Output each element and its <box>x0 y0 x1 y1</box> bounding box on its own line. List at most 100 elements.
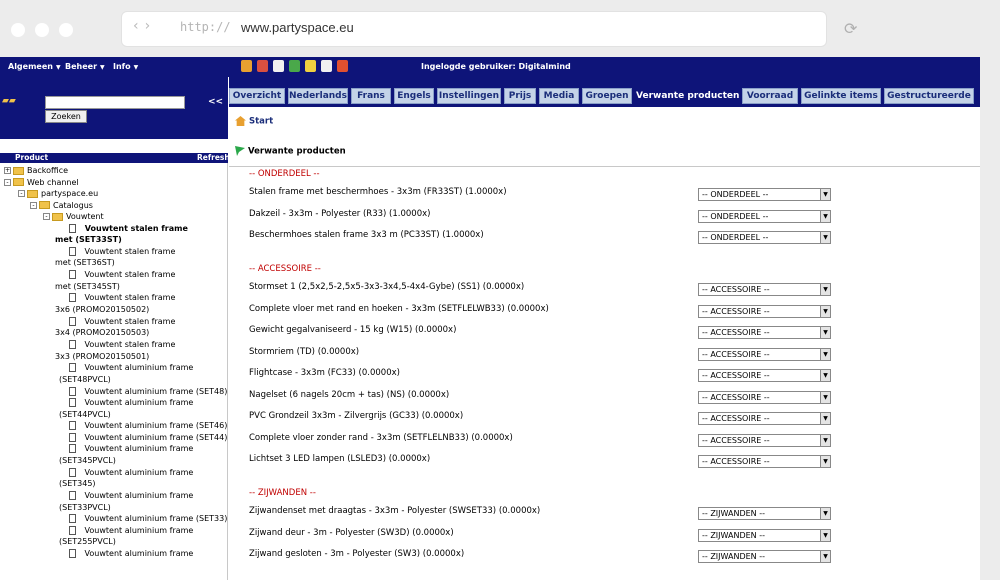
tree-node[interactable]: - partyspace.eu <box>18 189 98 199</box>
tree-node[interactable]: Vouwtent stalen frame <box>69 223 188 234</box>
search-input[interactable] <box>45 96 185 109</box>
relation-type-select[interactable]: -- ACCESSOIRE -- ▼ <box>698 369 831 382</box>
tree-node[interactable]: Vouwtent aluminium frame <box>69 491 193 501</box>
section-title-text: Verwante producten <box>248 146 346 157</box>
tree-node-label-cont[interactable]: met (SET345ST) <box>55 282 120 292</box>
tree-node[interactable]: Vouwtent stalen frame <box>69 246 175 257</box>
back-forward-icons[interactable]: ‹› <box>133 18 156 34</box>
tab-media[interactable]: Media <box>539 88 579 104</box>
tree-node-label-cont[interactable]: (SET345PVCL) <box>59 456 116 466</box>
tab-voorraad[interactable]: Voorraad <box>742 88 798 104</box>
tree-node[interactable]: Vouwtent aluminium frame <box>69 549 193 559</box>
tree-node[interactable]: Vouwtent stalen frame <box>69 316 175 327</box>
logged-in-user: Ingelogde gebruiker: Digitalmind <box>421 62 571 71</box>
collapse-icon[interactable]: - <box>43 213 50 220</box>
tree-node-label-cont[interactable]: 3x6 (PROMO20150502) <box>55 305 149 315</box>
tree-node-label-cont[interactable]: (SET48PVCL) <box>59 375 111 385</box>
tree-node[interactable]: + Backoffice <box>4 166 68 176</box>
select-value: -- ACCESSOIRE -- <box>702 371 770 380</box>
window-close-dot[interactable] <box>11 23 25 37</box>
menu-label: Beheer <box>65 62 98 71</box>
relation-type-select[interactable]: -- ZIJWANDEN -- ▼ <box>698 550 831 563</box>
tree-node-label-cont[interactable]: met (SET36ST) <box>55 258 115 268</box>
folders-icon[interactable]: ▰▰ <box>2 96 16 106</box>
tree-node[interactable]: Vouwtent aluminium frame <box>69 525 193 536</box>
tab-instellingen[interactable]: Instellingen <box>437 88 501 104</box>
tree-node[interactable]: Vouwtent aluminium frame (SET46) <box>69 421 227 431</box>
tree-node[interactable]: - Vouwtent <box>43 212 104 222</box>
tree-node[interactable]: Vouwtent aluminium frame <box>69 444 193 454</box>
tree-node[interactable]: Vouwtent aluminium frame <box>69 467 194 478</box>
tree-node[interactable]: Vouwtent stalen frame <box>69 270 175 280</box>
tab-overzicht[interactable]: Overzicht <box>229 88 285 104</box>
menu-algemeen[interactable]: Algemeen ▼ <box>8 62 61 71</box>
relation-type-select[interactable]: -- ACCESSOIRE -- ▼ <box>698 455 831 468</box>
relation-type-select[interactable]: -- ACCESSOIRE -- ▼ <box>698 347 831 361</box>
breadcrumb-start[interactable]: Start <box>249 117 273 127</box>
expand-icon[interactable]: + <box>4 167 11 174</box>
tab-nederlands[interactable]: Nederlands <box>288 88 348 104</box>
tab-gelinkte-items[interactable]: Gelinkte items <box>801 88 881 104</box>
address-bar[interactable]: http:// www.partyspace.eu <box>121 11 827 47</box>
tree-node-label: Vouwtent aluminium frame <box>82 363 194 373</box>
document-icon[interactable] <box>273 60 284 72</box>
inbox-icon[interactable] <box>305 60 316 72</box>
home-icon[interactable] <box>241 60 252 72</box>
search-button[interactable]: Zoeken <box>45 110 87 123</box>
breadcrumb[interactable]: Start <box>235 116 273 127</box>
tab-prijs[interactable]: Prijs <box>504 88 536 104</box>
tree-node-label-cont[interactable]: met (SET33ST) <box>55 235 122 245</box>
relation-type-select[interactable]: -- ONDERDEEL -- ▼ <box>698 188 831 201</box>
select-value: -- ACCESSOIRE -- <box>702 457 770 466</box>
relation-type-select[interactable]: -- ACCESSOIRE -- ▼ <box>698 390 831 404</box>
mail-icon[interactable] <box>321 60 332 72</box>
collapse-icon[interactable]: - <box>18 190 25 197</box>
relation-type-select[interactable]: -- ACCESSOIRE -- ▼ <box>698 304 831 318</box>
tree-node-label-cont[interactable]: 3x3 (PROMO20150501) <box>55 352 149 362</box>
tree-node-label-cont[interactable]: (SET44PVCL) <box>59 410 111 420</box>
chevron-down-icon: ▼ <box>820 305 830 317</box>
relation-type-select[interactable]: -- ACCESSOIRE -- ▼ <box>698 326 831 339</box>
tree-node-label-cont[interactable]: (SET345) <box>59 479 96 489</box>
tab-gestructureerde[interactable]: Gestructureerde <box>884 88 974 104</box>
tab-verwante-producten[interactable]: Verwante producten <box>635 88 739 104</box>
tree-node[interactable]: - Catalogus <box>30 201 93 211</box>
tree-node[interactable]: Vouwtent aluminium frame (SET33) <box>69 514 227 524</box>
reload-icon[interactable]: ⟳ <box>844 19 857 38</box>
menu-beheer[interactable]: Beheer ▼ <box>65 62 105 71</box>
chevron-down-icon: ▼ <box>820 413 830 424</box>
tree-node[interactable]: - Web channel <box>4 178 79 188</box>
collapse-icon[interactable]: - <box>30 201 37 209</box>
tree-node[interactable]: Vouwtent stalen frame <box>69 293 175 303</box>
tree-node-label-cont[interactable]: (SET33PVCL) <box>59 503 111 513</box>
collapse-panel-button[interactable]: << <box>208 97 223 107</box>
tab-engels[interactable]: Engels <box>394 88 434 104</box>
window-maximize-dot[interactable] <box>59 23 73 37</box>
relation-type-select[interactable]: -- ACCESSOIRE -- ▼ <box>698 433 831 447</box>
tree-node[interactable]: Vouwtent aluminium frame <box>69 363 193 373</box>
help-icon[interactable] <box>337 60 348 72</box>
relation-type-select[interactable]: -- ACCESSOIRE -- ▼ <box>698 412 831 425</box>
tree-node[interactable]: Vouwtent stalen frame <box>69 340 175 350</box>
relation-type-select[interactable]: -- ONDERDEEL -- ▼ <box>698 209 831 223</box>
tab-frans[interactable]: Frans <box>351 88 391 104</box>
tree-node-label: Vouwtent aluminium frame <box>82 467 194 477</box>
tree-node-label-cont[interactable]: (SET255PVCL) <box>59 537 116 547</box>
user-icon[interactable] <box>257 60 268 72</box>
relation-type-select[interactable]: -- ONDERDEEL -- ▼ <box>698 231 831 244</box>
window-minimize-dot[interactable] <box>35 23 49 37</box>
user-add-icon[interactable] <box>289 60 300 72</box>
tree-node[interactable]: Vouwtent aluminium frame (SET44) <box>69 432 227 443</box>
document-icon <box>69 432 76 442</box>
menu-info[interactable]: Info ▼ <box>113 62 138 71</box>
tree-node[interactable]: Vouwtent aluminium frame (SET48) <box>69 386 227 397</box>
tab-groepen[interactable]: Groepen <box>582 88 632 104</box>
refresh-link[interactable]: Refresh <box>197 153 230 162</box>
document-icon <box>69 467 76 477</box>
relation-type-select[interactable]: -- ZIJWANDEN -- ▼ <box>698 507 831 520</box>
relation-type-select[interactable]: -- ZIJWANDEN -- ▼ <box>698 528 831 542</box>
relation-type-select[interactable]: -- ACCESSOIRE -- ▼ <box>698 283 831 296</box>
collapse-icon[interactable]: - <box>4 178 11 186</box>
tree-node[interactable]: Vouwtent aluminium frame <box>69 398 193 408</box>
tree-node-label-cont[interactable]: 3x4 (PROMO20150503) <box>55 328 149 338</box>
